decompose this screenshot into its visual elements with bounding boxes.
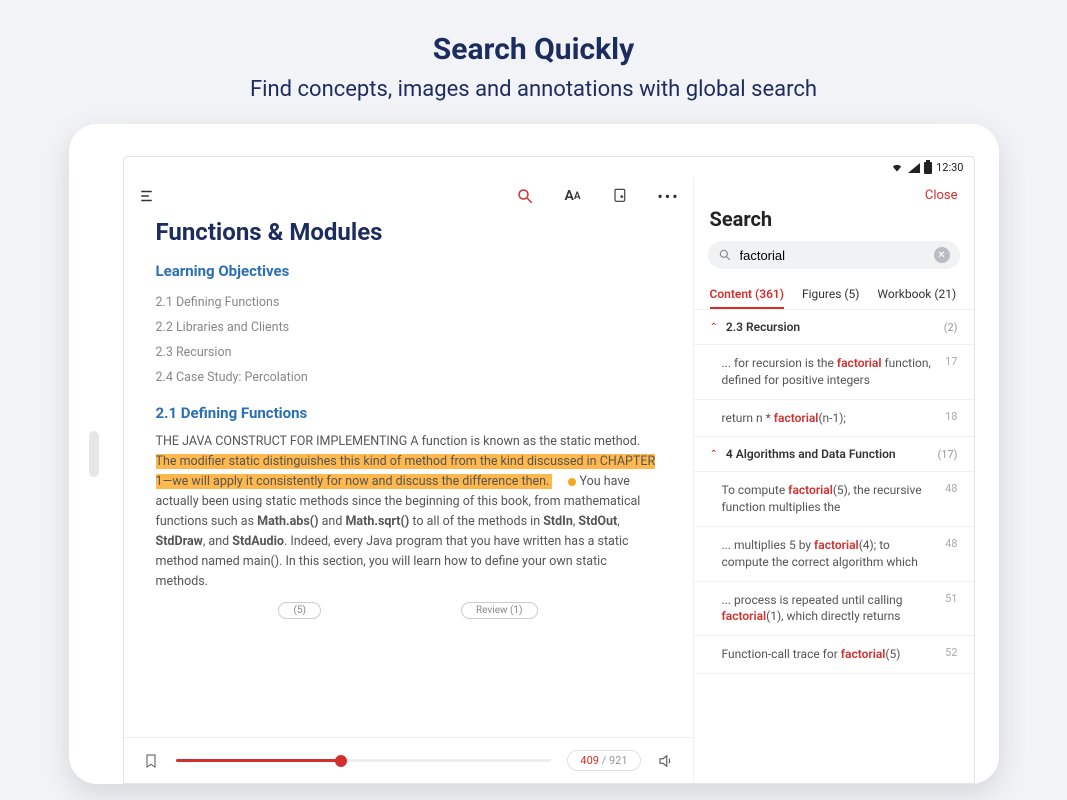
result-section[interactable]: ⌃ 2.3 Recursion (2) (694, 310, 974, 345)
toc-list: 2.1 Defining Functions 2.2 Libraries and… (156, 290, 661, 390)
annotation-dot-icon[interactable] (568, 478, 576, 486)
tablet-home-button (89, 431, 99, 477)
result-item[interactable]: ... process is repeated until calling fa… (694, 582, 974, 637)
status-time: 12:30 (936, 161, 963, 174)
chevron-up-icon: ⌃ (710, 322, 718, 333)
result-item[interactable]: ... multiplies 5 by factorial(4); to com… (694, 527, 974, 582)
toc-item[interactable]: 2.3 Recursion (156, 340, 661, 365)
font-size-icon[interactable]: AA (563, 186, 583, 206)
tab-content[interactable]: Content (361) (710, 281, 785, 309)
wifi-icon (890, 162, 904, 173)
signal-icon (908, 163, 920, 173)
audio-icon[interactable] (657, 752, 675, 770)
body-text: THE JAVA CONSTRUCT FOR IMPLEMENTING A fu… (156, 432, 661, 592)
search-panel: Close Search ✕ Content (361) Figures (5)… (694, 178, 974, 783)
chapter-title: Functions & Modules (156, 218, 661, 246)
page-pill-right[interactable]: Review (1) (461, 602, 538, 619)
result-item[interactable]: return n * factorial(n-1); 18 (694, 400, 974, 438)
close-button[interactable]: Close (925, 188, 958, 203)
page-pill-left[interactable]: (5) (278, 602, 321, 619)
chevron-up-icon: ⌃ (710, 449, 718, 460)
result-section[interactable]: ⌃ 4 Algorithms and Data Function (17) (694, 437, 974, 472)
search-title: Search (694, 203, 974, 241)
search-box[interactable]: ✕ (708, 241, 960, 269)
search-results: ⌃ 2.3 Recursion (2) ... for recursion is… (694, 310, 974, 783)
bookmark-star-icon[interactable] (611, 186, 631, 206)
tab-workbook[interactable]: Workbook (21) (877, 281, 956, 309)
status-bar: 12:30 (124, 157, 974, 178)
result-item[interactable]: To compute factorial(5), the recursive f… (694, 472, 974, 527)
promo-subtitle: Find concepts, images and annotations wi… (20, 77, 1047, 102)
result-item[interactable]: Function-call trace for factorial(5) 52 (694, 636, 974, 674)
section-heading: 2.1 Defining Functions (156, 404, 661, 422)
tablet-frame: 12:30 AA ••• (69, 124, 999, 784)
reader-footer: 409 / 921 (124, 737, 693, 783)
reader-toolbar: AA ••• (124, 178, 693, 214)
menu-icon[interactable] (138, 186, 158, 206)
result-item[interactable]: ... for recursion is the factorial funct… (694, 345, 974, 400)
page-indicator[interactable]: 409 / 921 (567, 750, 640, 771)
search-icon[interactable] (515, 186, 535, 206)
toc-item[interactable]: 2.4 Case Study: Percolation (156, 365, 661, 390)
battery-icon (924, 162, 932, 174)
clear-icon[interactable]: ✕ (934, 247, 950, 263)
toc-item[interactable]: 2.1 Defining Functions (156, 290, 661, 315)
more-icon[interactable]: ••• (659, 186, 679, 206)
progress-slider[interactable] (176, 759, 552, 762)
promo-title: Search Quickly (20, 32, 1047, 67)
toc-item[interactable]: 2.2 Libraries and Clients (156, 315, 661, 340)
tab-figures[interactable]: Figures (5) (802, 281, 859, 309)
objectives-heading: Learning Objectives (156, 262, 661, 280)
search-tabs: Content (361) Figures (5) Workbook (21) (694, 281, 974, 310)
bookmark-icon[interactable] (142, 752, 160, 770)
search-input[interactable] (740, 248, 926, 263)
search-input-icon (718, 248, 732, 262)
